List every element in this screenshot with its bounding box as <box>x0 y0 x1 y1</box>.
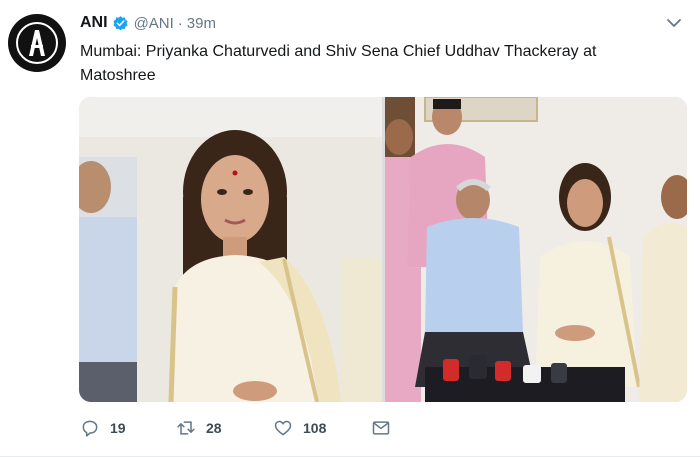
avatar[interactable] <box>8 14 66 72</box>
verified-badge-icon <box>112 15 128 30</box>
tweet-header: ANI @ANI · 39m <box>80 12 216 34</box>
chevron-down-icon[interactable] <box>666 16 682 30</box>
retweet-count: 28 <box>206 420 222 436</box>
photo-group-press-conference <box>385 97 687 402</box>
media-photo-2[interactable] <box>385 97 687 402</box>
header-separator: · <box>177 14 183 32</box>
like-button[interactable]: 108 <box>273 418 326 438</box>
author-handle[interactable]: @ANI <box>134 15 174 32</box>
retweet-button[interactable]: 28 <box>176 418 222 438</box>
ani-logo-icon <box>29 30 45 56</box>
envelope-icon <box>372 421 390 435</box>
tweet-card[interactable]: ANI @ANI · 39m Mumbai: Priyanka Chaturve… <box>0 0 700 457</box>
reply-icon <box>82 420 98 437</box>
photo-woman-in-saree <box>79 97 382 402</box>
retweet-icon <box>177 421 195 435</box>
tweet-text: Mumbai: Priyanka Chaturvedi and Shiv Sen… <box>80 43 597 84</box>
tweet-media[interactable] <box>79 97 687 402</box>
reply-count: 19 <box>110 420 126 436</box>
heart-icon <box>274 420 292 436</box>
like-count: 108 <box>303 420 327 436</box>
media-photo-1[interactable] <box>79 97 382 402</box>
direct-message-button[interactable] <box>371 418 391 438</box>
author-name[interactable]: ANI <box>80 14 108 32</box>
tweet-timestamp[interactable]: 39m <box>187 15 216 32</box>
reply-button[interactable]: 19 <box>80 418 126 438</box>
